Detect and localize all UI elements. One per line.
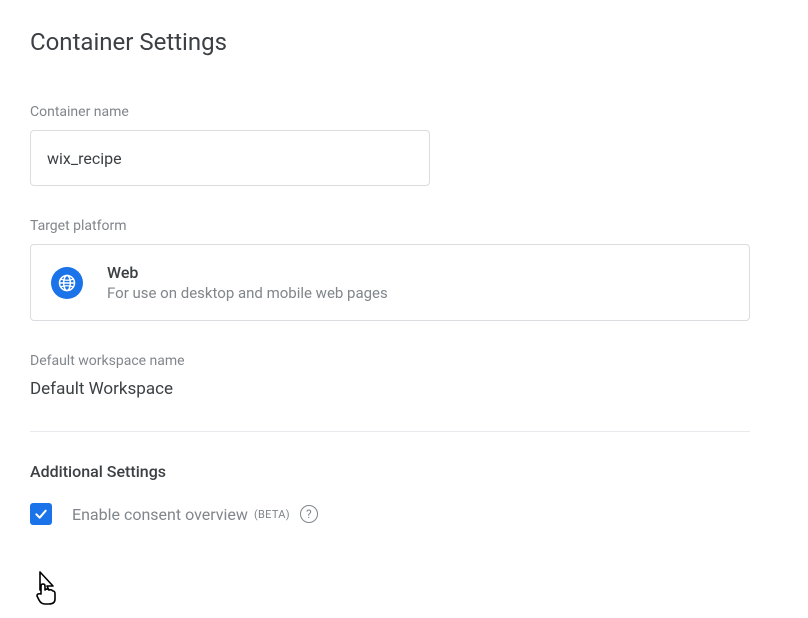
beta-badge: (BETA) <box>254 508 290 521</box>
platform-name: Web <box>107 263 388 282</box>
consent-overview-row: Enable consent overview (BETA) ? <box>30 503 778 525</box>
default-workspace-label: Default workspace name <box>30 353 778 369</box>
cursor-icon <box>32 570 62 606</box>
help-icon[interactable]: ? <box>300 505 318 523</box>
container-name-label: Container name <box>30 104 778 120</box>
consent-overview-checkbox[interactable] <box>30 503 52 525</box>
divider <box>30 431 750 432</box>
check-icon <box>33 506 49 522</box>
target-platform-section: Target platform Web For use on desktop a… <box>30 218 778 321</box>
consent-overview-label-text: Enable consent overview <box>72 505 248 524</box>
globe-icon <box>51 267 83 299</box>
platform-description: For use on desktop and mobile web pages <box>107 284 388 302</box>
target-platform-card[interactable]: Web For use on desktop and mobile web pa… <box>30 244 750 321</box>
additional-settings-heading: Additional Settings <box>30 462 778 481</box>
target-platform-label: Target platform <box>30 218 778 234</box>
additional-settings-section: Additional Settings Enable consent overv… <box>30 462 778 525</box>
default-workspace-value: Default Workspace <box>30 379 778 399</box>
consent-overview-label: Enable consent overview (BETA) ? <box>72 505 318 524</box>
container-name-input[interactable] <box>30 130 430 186</box>
container-name-section: Container name <box>30 104 778 186</box>
default-workspace-section: Default workspace name Default Workspace <box>30 353 778 399</box>
page-title: Container Settings <box>30 28 778 56</box>
